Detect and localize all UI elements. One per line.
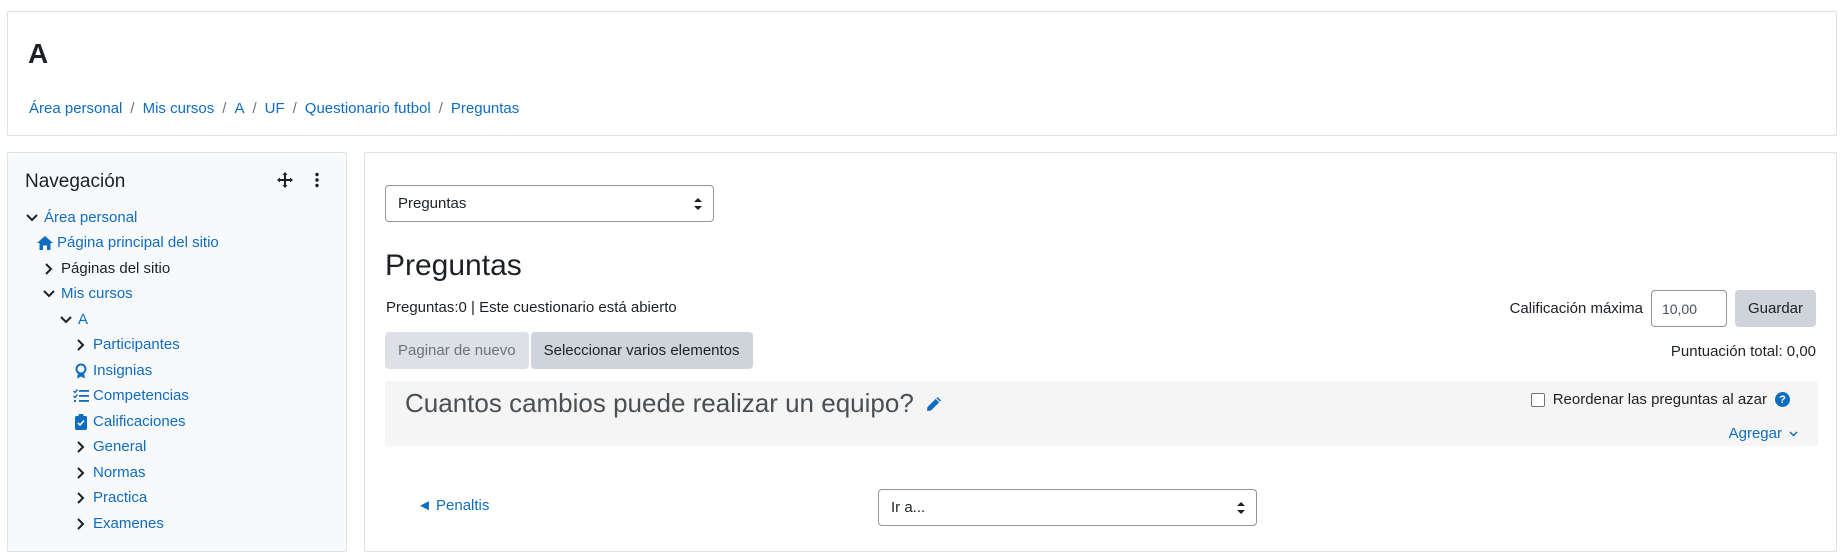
navigation-title: Navegación (25, 171, 126, 192)
add-label: Agregar (1728, 425, 1782, 442)
nav-item-normas[interactable]: Normas (73, 464, 146, 481)
nav-item-label: Examenes (93, 515, 164, 532)
chevron-right-icon (73, 465, 89, 481)
nav-item-label: Página principal del sitio (57, 234, 219, 251)
section-title: Cuantos cambios puede realizar un equipo… (405, 388, 914, 418)
chevron-right-icon (73, 439, 89, 455)
nav-item-calificaciones[interactable]: Calificaciones (73, 413, 186, 430)
nav-item-mis-cursos[interactable]: Mis cursos (41, 285, 133, 302)
breadcrumb-separator: / (222, 100, 227, 117)
chevron-down-icon (58, 312, 74, 328)
action-buttons: Paginar de nuevo Seleccionar varios elem… (385, 332, 753, 369)
breadcrumb-separator: / (252, 100, 257, 117)
clipboard-icon (73, 413, 89, 430)
breadcrumb-separator: / (438, 100, 443, 117)
breadcrumb-preguntas[interactable]: Preguntas (451, 100, 519, 117)
section-heading: Cuantos cambios puede realizar un equipo… (405, 388, 942, 419)
kebab-menu-icon[interactable] (308, 171, 326, 189)
nav-item-label: Mis cursos (61, 285, 133, 302)
jump-to-value: Ir a... (891, 499, 926, 516)
breadcrumb-course[interactable]: A (234, 100, 244, 117)
save-button[interactable]: Guardar (1734, 290, 1816, 327)
quiz-section: Cuantos cambios puede realizar un equipo… (385, 381, 1818, 446)
breadcrumb-uf[interactable]: UF (265, 100, 285, 117)
nav-item-area-personal[interactable]: Área personal (24, 209, 137, 226)
nav-item-label: Calificaciones (93, 413, 186, 430)
nav-item-course-a[interactable]: A (58, 311, 88, 328)
help-icon[interactable]: ? (1775, 392, 1790, 407)
move-icon[interactable] (276, 171, 294, 189)
nav-item-label: Área personal (44, 209, 138, 226)
nav-item-label: Participantes (93, 336, 180, 353)
breadcrumb-separator: / (292, 100, 297, 117)
badge-icon (73, 363, 89, 379)
jump-to-select[interactable]: Ir a... (878, 489, 1257, 526)
shuffle-option[interactable]: Reordenar las preguntas al azar ? (1530, 391, 1790, 408)
breadcrumb-separator: / (130, 100, 135, 117)
nav-item-label: Insignias (93, 362, 153, 379)
chevron-down-icon (41, 286, 57, 302)
select-arrows-icon (694, 198, 702, 210)
nav-item-label: A (78, 311, 89, 328)
nav-item-home[interactable]: Página principal del sitio (37, 234, 219, 251)
course-title: A (28, 38, 49, 69)
nav-item-competencias[interactable]: Competencias (73, 387, 189, 404)
navigation-actions (276, 171, 326, 189)
nav-item-site-pages[interactable]: Páginas del sitio (41, 260, 170, 277)
breadcrumb-quiz[interactable]: Questionario futbol (305, 100, 431, 117)
nav-item-participantes[interactable]: Participantes (73, 336, 180, 353)
chevron-right-icon (73, 516, 89, 532)
page-heading: Preguntas (385, 249, 522, 282)
quiz-info: Preguntas:0 | Este cuestionario está abi… (386, 299, 677, 316)
shuffle-label: Reordenar las preguntas al azar (1552, 391, 1767, 408)
main-region: Preguntas Preguntas Preguntas:0 | Este c… (364, 152, 1837, 552)
nav-item-label: Páginas del sitio (61, 260, 171, 277)
breadcrumb-mis-cursos[interactable]: Mis cursos (143, 100, 215, 117)
nav-item-insignias[interactable]: Insignias (73, 362, 152, 379)
nav-item-label: Competencias (93, 387, 189, 404)
previous-activity-link[interactable]: ◄ Penaltis (417, 497, 489, 514)
repaginate-button[interactable]: Paginar de nuevo (385, 332, 529, 369)
chevron-right-icon (41, 261, 57, 277)
shuffle-checkbox[interactable] (1530, 392, 1545, 407)
pencil-icon[interactable] (926, 388, 942, 419)
nav-item-general[interactable]: General (73, 438, 146, 455)
page-header: A Área personal / Mis cursos / A / UF / … (7, 11, 1837, 136)
page-select[interactable]: Preguntas (385, 185, 714, 222)
breadcrumb-area-personal[interactable]: Área personal (29, 100, 122, 117)
max-grade-form: Calificación máxima Guardar (1510, 290, 1816, 327)
select-multiple-button[interactable]: Seleccionar varios elementos (530, 332, 753, 369)
select-arrows-icon (1237, 502, 1245, 514)
page-select-value: Preguntas (398, 195, 467, 212)
total-score: Puntuación total: 0,00 (1670, 343, 1816, 360)
checklist-icon (73, 388, 89, 404)
nav-item-label: Normas (93, 464, 146, 481)
navigation-block: Navegación Área personal Página principa… (7, 152, 347, 552)
chevron-down-icon (1789, 430, 1798, 437)
nav-item-label: General (93, 438, 147, 455)
chevron-right-icon (73, 337, 89, 353)
add-menu[interactable]: Agregar (1729, 425, 1798, 442)
nav-item-practica[interactable]: Practica (73, 489, 147, 506)
chevron-down-icon (24, 210, 40, 226)
max-grade-label: Calificación máxima (1509, 300, 1643, 317)
breadcrumb: Área personal / Mis cursos / A / UF / Qu… (29, 100, 519, 117)
home-icon (37, 235, 53, 251)
chevron-right-icon (73, 490, 89, 506)
max-grade-input[interactable] (1650, 290, 1727, 327)
nav-item-examenes[interactable]: Examenes (73, 515, 164, 532)
nav-item-label: Practica (93, 489, 148, 506)
